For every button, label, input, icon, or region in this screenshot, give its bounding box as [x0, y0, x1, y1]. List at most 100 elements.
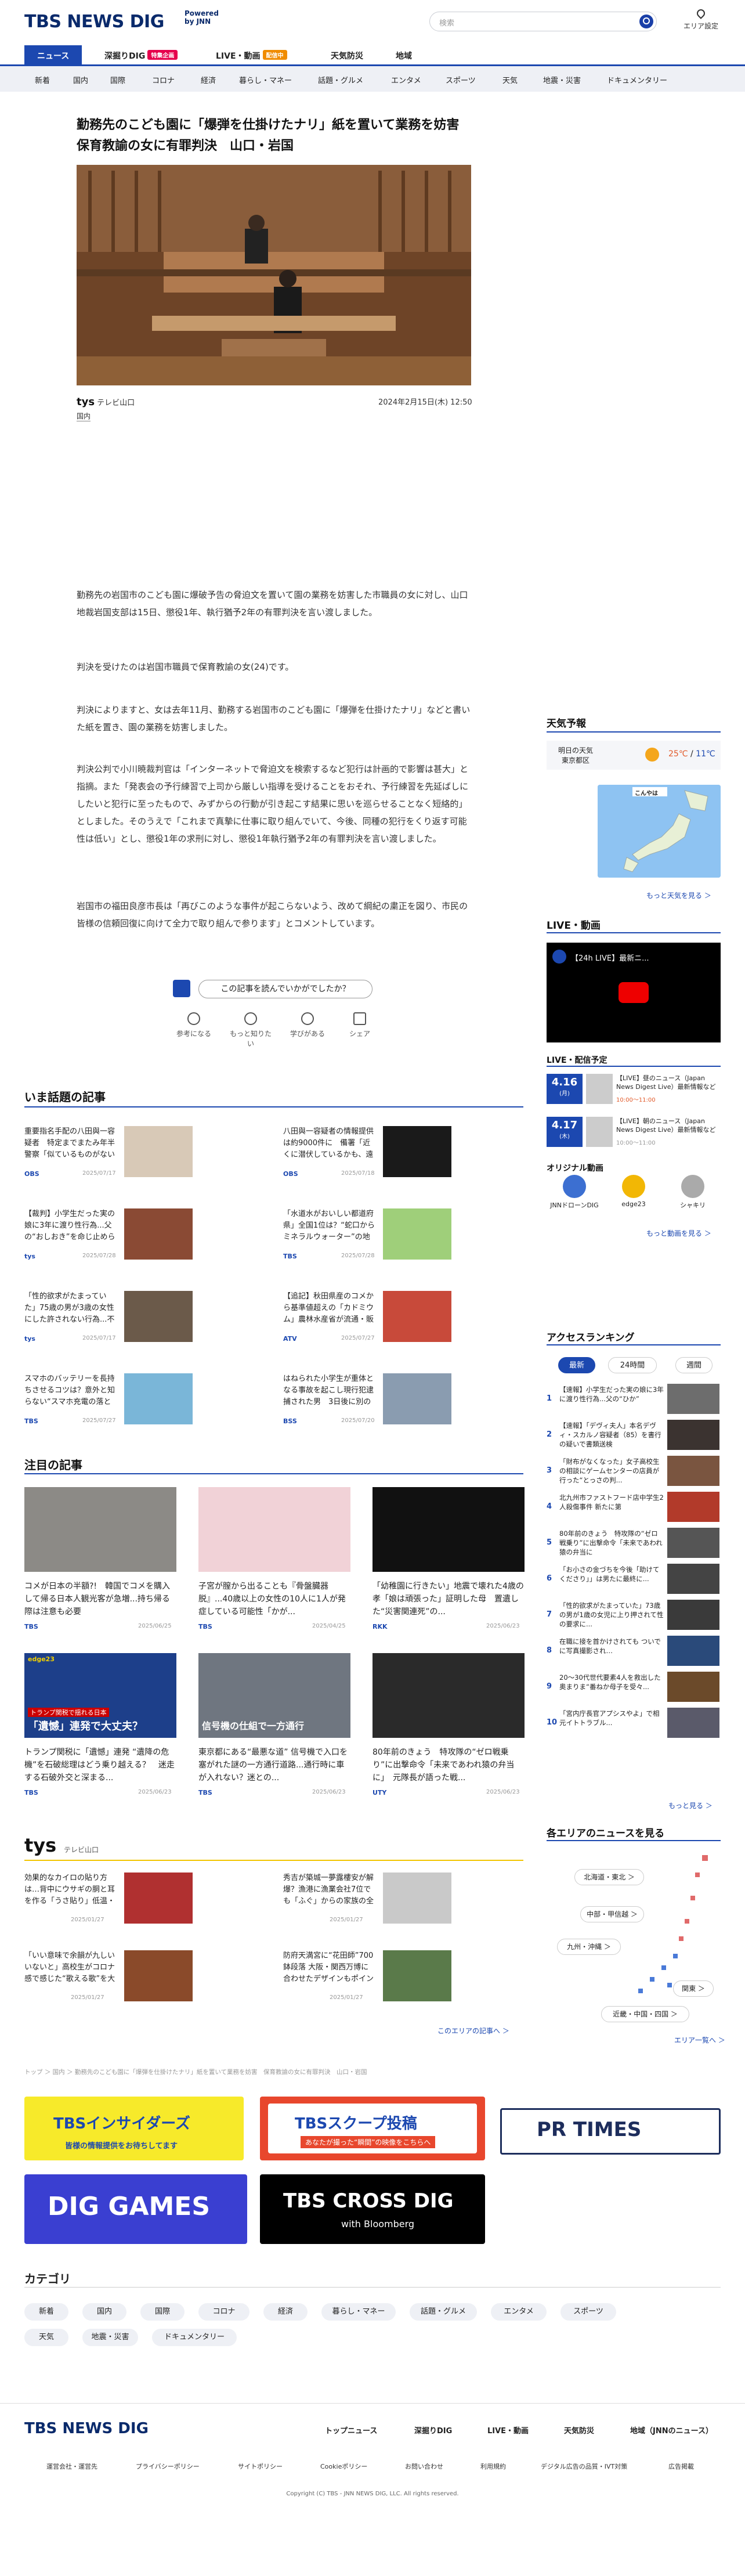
- tab-latest[interactable]: 最新: [558, 1357, 595, 1373]
- subnav-disaster[interactable]: 地震・災害: [543, 74, 581, 85]
- area-button-chubu[interactable]: 中部・甲信越 ＞: [580, 1906, 644, 1922]
- hot-article-card[interactable]: 【追記】秋田県産のコメから基準値超えの「カドミウム」農林水産省が流通・販売店..…: [283, 1291, 451, 1349]
- reaction-more-button[interactable]: もっと知りたい: [227, 1012, 274, 1048]
- footer-link[interactable]: 地域（JNNのニュース）: [630, 2425, 713, 2436]
- area-button-kinki[interactable]: 近畿・中国・四国 ＞: [601, 2006, 689, 2022]
- search-input[interactable]: 検索: [429, 12, 657, 31]
- tys-article-card[interactable]: 防府天満宮に“花田師”700鉢段落 大阪・関西万博に合わせたデザインもポイント 2…: [283, 1950, 451, 2008]
- subnav-life[interactable]: 暮らし・マネー: [239, 74, 292, 85]
- ranking-more-link[interactable]: もっと見る ＞: [668, 1801, 713, 1810]
- original-more-link[interactable]: もっと動画を見る ＞: [646, 1228, 711, 1238]
- hot-article-card[interactable]: 「水道水がおいしい都道府県」全国1位は？“蛇口からミネラルウォーター”の地域も T…: [283, 1208, 451, 1267]
- attention-article-card[interactable]: 子宮が膣から出ることも『骨盤臓器脱』...40歳以上の女性の10人に1人が発症し…: [198, 1487, 350, 1645]
- ranking-item[interactable]: 9 20〜30代世代要素4人を救出した奥まりま“番ねか母子を受々...: [547, 1672, 721, 1705]
- category-sports[interactable]: スポーツ: [560, 2303, 616, 2321]
- article-source[interactable]: tys テレビ山口: [77, 396, 135, 408]
- tys-logo[interactable]: tys: [24, 1834, 56, 1856]
- footer-link[interactable]: 天気防災: [564, 2425, 594, 2436]
- prtimes-banner[interactable]: PR TIMES: [500, 2108, 721, 2155]
- subnav-ent[interactable]: エンタメ: [391, 74, 421, 85]
- reaction-helpful-button[interactable]: 参考になる: [171, 1012, 217, 1038]
- category-domestic[interactable]: 国内: [82, 2303, 126, 2321]
- tys-article-card[interactable]: 効果的なカイロの貼り方は…背中にウサギの胴と耳を作る「うさ貼り」低温・寒気・10…: [24, 1873, 193, 1931]
- original-item[interactable]: edge23: [606, 1175, 661, 1215]
- attention-article-card[interactable]: 信号機の仕組で一方通行 東京都にある“最悪な道” 信号機で入口を塞がれた謎の一方通…: [198, 1653, 350, 1811]
- diggames-banner[interactable]: DIG GAMES: [24, 2174, 247, 2244]
- subnav-new[interactable]: 新着: [35, 74, 50, 85]
- footer-sub-link[interactable]: Cookieポリシー: [320, 2462, 367, 2471]
- category-ent[interactable]: エンタメ: [491, 2303, 547, 2321]
- search-icon[interactable]: [639, 15, 653, 28]
- attention-article-card[interactable]: 80年前のきょう 特攻隊の“ゼロ戦乗り”に出撃命令「未来であわれ猿の弁当に」 元…: [372, 1653, 525, 1811]
- subnav-domestic[interactable]: 国内: [73, 74, 88, 85]
- footer-sub-link[interactable]: 広告掲載: [668, 2462, 694, 2471]
- hot-article-card[interactable]: 八田與一容疑者の情報提供は約9000件に 備署「近くに潜伏しているかも、遠慮なく…: [283, 1126, 451, 1184]
- category-new[interactable]: 新着: [24, 2303, 68, 2321]
- insider-banner[interactable]: TBSインサイダーズ 皆様の情報提供をお待ちしてます: [24, 2097, 244, 2160]
- subnav-weather[interactable]: 天気: [502, 74, 518, 85]
- footer-logo[interactable]: TBS NEWS DIG: [24, 2420, 149, 2437]
- nav-weather[interactable]: 天気防災: [331, 45, 363, 64]
- category-doc[interactable]: ドキュメンタリー: [152, 2329, 237, 2346]
- original-item[interactable]: JNNドローンDIG: [547, 1175, 602, 1215]
- footer-sub-link[interactable]: 利用規約: [480, 2462, 506, 2471]
- ranking-item[interactable]: 7 「性的欲求がたまっていた」73歳の男が1歳の女児に上り押されて性の要求に...: [547, 1600, 721, 1633]
- attention-article-card[interactable]: 「幼稚園に行きたい」地震で壊れた4歳の孝「娘は頑張った」証明した母 置遺した“災…: [372, 1487, 525, 1645]
- ranking-item[interactable]: 8 在職に接を首かけされても ついでに写真撮影され…: [547, 1636, 721, 1669]
- ranking-item[interactable]: 1 【速報】小学生だった実の娘に3年に渡り性行為...父の“ひか”: [547, 1384, 721, 1417]
- feedback-question-button[interactable]: この記事を読んでいかがでしたか？: [198, 980, 372, 998]
- reaction-learn-button[interactable]: 学びがある: [284, 1012, 331, 1038]
- site-logo[interactable]: TBS NEWS DIG: [24, 12, 164, 32]
- subnav-topics[interactable]: 話題・グルメ: [318, 74, 363, 85]
- footer-sub-link[interactable]: 運営会社・運営先: [46, 2462, 97, 2471]
- weather-map[interactable]: こんやは: [598, 785, 721, 878]
- crossdig-banner[interactable]: TBS CROSS DIG with Bloomberg: [260, 2174, 485, 2244]
- area-button-kanto[interactable]: 関東 ＞: [673, 1980, 714, 1997]
- hot-article-card[interactable]: 重要指名手配の八田與一容疑者 特定までまたみ年半 警察「似ているものがないか..…: [24, 1126, 193, 1184]
- area-button-hokkaido[interactable]: 北海道・東北 ＞: [574, 1869, 644, 1885]
- breadcrumb[interactable]: トップ ＞ 国内 ＞ 勤務先のこども園に「爆弾を仕掛けたナリ」紙を置いて業務を妨…: [24, 2068, 367, 2076]
- category-economy[interactable]: 経済: [263, 2303, 308, 2321]
- area-more-link[interactable]: エリア一覧へ ＞: [674, 2035, 725, 2045]
- footer-link[interactable]: トップニュース: [325, 2425, 377, 2436]
- subnav-world[interactable]: 国際: [110, 74, 125, 85]
- footer-sub-link[interactable]: プライバシーポリシー: [136, 2462, 200, 2471]
- area-setting-button[interactable]: エリア設定: [680, 8, 722, 31]
- schedule-item[interactable]: 4.16 (月) 【LIVE】昼のニュース（Japan News Digest L…: [547, 1074, 721, 1112]
- footer-link[interactable]: LIVE・動画: [487, 2425, 529, 2436]
- original-item[interactable]: シャキリ: [665, 1175, 721, 1215]
- nav-live[interactable]: LIVE・動画 配信中: [216, 45, 287, 64]
- tab-weekly[interactable]: 週間: [675, 1357, 713, 1373]
- live-video-player[interactable]: 【24h LIVE】最新ニ...: [547, 943, 721, 1042]
- area-button-kyushu[interactable]: 九州・沖縄 ＞: [557, 1939, 621, 1955]
- subnav-corona[interactable]: コロナ: [152, 74, 175, 85]
- footer-sub-link[interactable]: デジタル広告の品質・IVT対策: [541, 2462, 627, 2471]
- ranking-item[interactable]: 2 【速報】「デヴィ夫人」本名デヴィ・スカルノ容疑者（85）を書行の疑いで書類送検: [547, 1420, 721, 1453]
- ranking-item[interactable]: 10 「宮内庁長官アプシスやよ」で相元イトトラブル...: [547, 1708, 721, 1741]
- subnav-sports[interactable]: スポーツ: [446, 74, 476, 85]
- category-weather[interactable]: 天気: [24, 2329, 68, 2346]
- category-world[interactable]: 国際: [140, 2303, 185, 2321]
- subnav-doc[interactable]: ドキュメンタリー: [607, 74, 667, 85]
- tys-article-card[interactable]: 秀吉が築城一夢露樓安が解爆？漁港に漁業会社7位でも「ふぐ」からの家族の全国でも記…: [283, 1873, 451, 1931]
- footer-link[interactable]: 深掘りDIG: [414, 2425, 452, 2436]
- ranking-item[interactable]: 6 「お小さの金づちを今後「助けてくださり」」は男たに最終に...: [547, 1564, 721, 1597]
- tab-24h[interactable]: 24時間: [608, 1357, 657, 1373]
- play-icon[interactable]: [619, 982, 649, 1003]
- hot-article-card[interactable]: スマホのバッテリーを長持ちさせるコツは？意外と知らない“スマホ充電の落とし穴”.…: [24, 1373, 193, 1431]
- ranking-item[interactable]: 3 「財布がなくなった」女子高校生の相談にゲームセンターの店員が行った“とっさの判…: [547, 1456, 721, 1489]
- article-category-link[interactable]: 国内: [77, 411, 91, 421]
- hot-article-card[interactable]: 「性的欲求がたまっていた」75歳の男が3歳の女性にした許されない行為...不同意…: [24, 1291, 193, 1349]
- attention-article-card[interactable]: コメが日本の半額?! 韓国でコメを購入して帰る日本人観光客が急増...持ち帰る際…: [24, 1487, 176, 1645]
- category-corona[interactable]: コロナ: [198, 2303, 249, 2321]
- category-life[interactable]: 暮らし・マネー: [321, 2303, 396, 2321]
- category-disaster[interactable]: 地震・災害: [82, 2329, 138, 2346]
- footer-sub-link[interactable]: サイトポリシー: [238, 2462, 283, 2471]
- tys-article-card[interactable]: 「いい意味で余韻が九しいいないと」高校生がコロナ感で感じた“歌える歌”を大切に……: [24, 1950, 193, 2008]
- hot-article-card[interactable]: 【裁判】小学生だった実の娘に3年に渡り性行為...父の“おしおき”を命じ止められ…: [24, 1208, 193, 1267]
- nav-news[interactable]: ニュース: [24, 45, 82, 64]
- category-topics[interactable]: 話題・グルメ: [410, 2303, 477, 2321]
- schedule-item[interactable]: 4.17 (木) 【LIVE】朝のニュース（Japan News Digest L…: [547, 1117, 721, 1155]
- attention-article-card[interactable]: edge23 トランプ関税で揺れる日本 「遺憾」連発で大丈夫？ トランプ関税に「遺憾」…: [24, 1653, 176, 1811]
- weather-today[interactable]: 明日の天気 東京都区 25℃ / 11℃: [547, 741, 721, 770]
